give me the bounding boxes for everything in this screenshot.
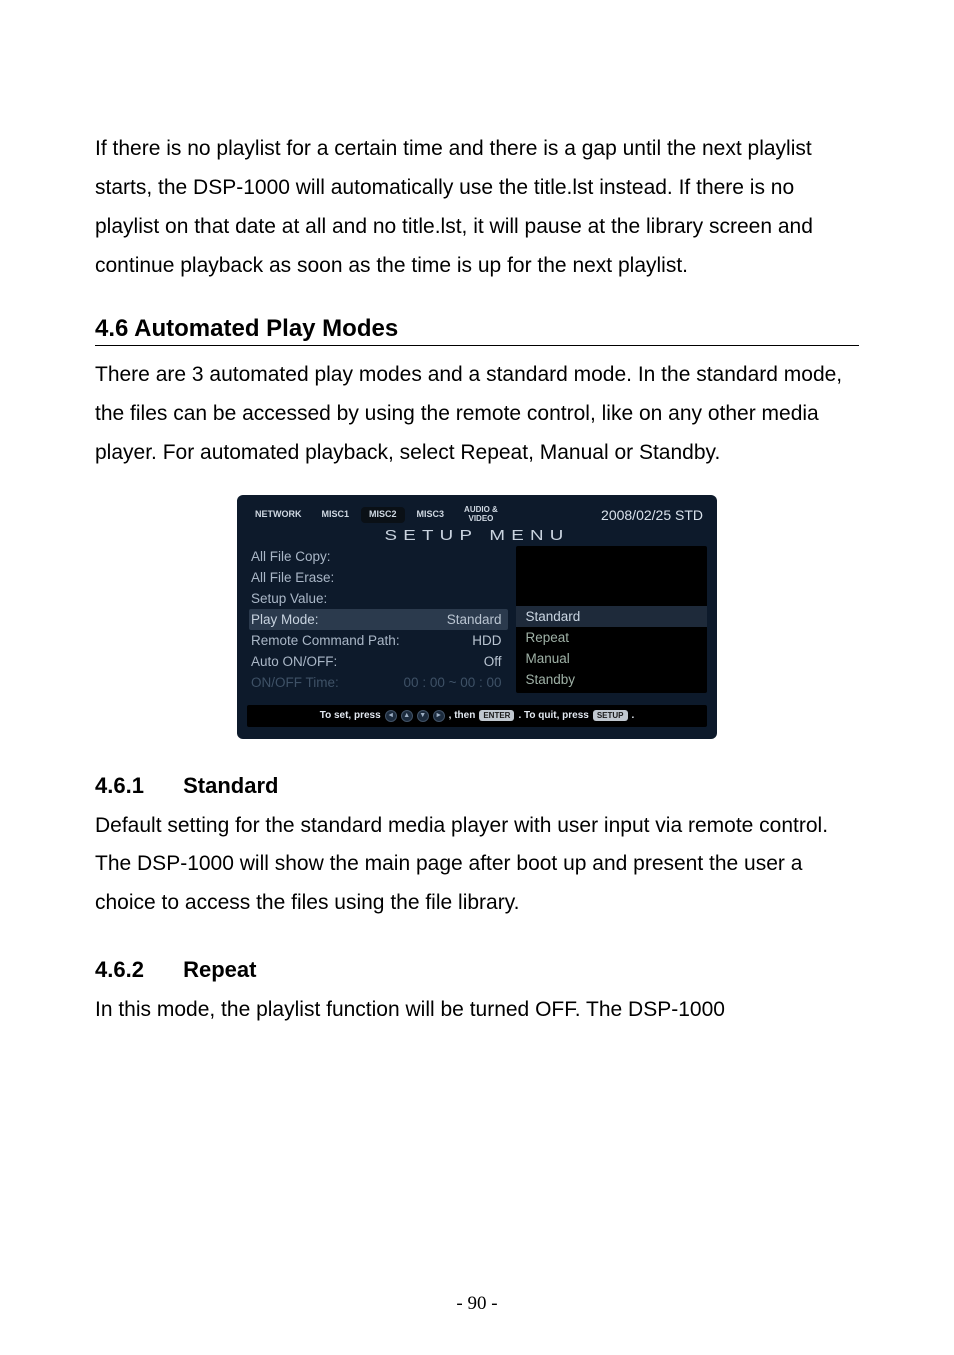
setup-menu-panel: NETWORK MISC1 MISC2 MISC3 AUDIO & VIDEO … (237, 495, 717, 739)
subsection-number: 4.6.2 (95, 957, 177, 983)
embedded-screenshot: NETWORK MISC1 MISC2 MISC3 AUDIO & VIDEO … (95, 495, 859, 739)
arrow-down-icon: ▼ (417, 710, 429, 722)
subsection-number: 4.6.1 (95, 773, 177, 799)
tab-misc3[interactable]: MISC3 (409, 507, 453, 523)
page-number: - 90 - (0, 1293, 954, 1315)
row-label: All File Copy: (251, 549, 331, 564)
subsection-title: Standard (183, 773, 278, 798)
footer-text: . (632, 710, 635, 721)
option-standby[interactable]: Standby (516, 669, 707, 690)
settings-list: All File Copy: All File Erase: Setup Val… (249, 546, 508, 693)
row-label: All File Erase: (251, 570, 334, 585)
row-label: ON/OFF Time: (251, 675, 339, 690)
footer-text: , then (449, 710, 476, 721)
tab-misc1[interactable]: MISC1 (314, 507, 358, 523)
menu-title: SETUP MENU (237, 527, 717, 544)
row-label: Setup Value: (251, 591, 327, 606)
intro-paragraph: If there is no playlist for a certain ti… (95, 130, 859, 285)
row-on-off-time: ON/OFF Time: 00 : 00 ~ 00 : 00 (249, 672, 508, 693)
row-all-file-erase[interactable]: All File Erase: (249, 567, 508, 588)
option-standard[interactable]: Standard (516, 606, 707, 627)
row-label: Auto ON/OFF: (251, 654, 337, 669)
tab-network[interactable]: NETWORK (247, 507, 310, 523)
tab-row: NETWORK MISC1 MISC2 MISC3 AUDIO & VIDEO … (237, 495, 717, 529)
subsection-paragraph: In this mode, the playlist function will… (95, 991, 859, 1030)
setup-keycap: SETUP (593, 710, 628, 721)
row-label: Play Mode: (251, 612, 319, 627)
subsection-paragraph: Default setting for the standard media p… (95, 807, 859, 924)
section-paragraph: There are 3 automated play modes and a s… (95, 356, 859, 473)
row-label: Remote Command Path: (251, 633, 400, 648)
arrow-left-icon: ◄ (385, 710, 397, 722)
arrow-right-icon: ► (433, 710, 445, 722)
row-remote-command-path[interactable]: Remote Command Path: HDD (249, 630, 508, 651)
arrow-up-icon: ▲ (401, 710, 413, 722)
option-repeat[interactable]: Repeat (516, 627, 707, 648)
subsection-heading-4-6-2: 4.6.2 Repeat (95, 957, 859, 983)
subsection-title: Repeat (183, 957, 256, 982)
footer-hint: To set, press ◄ ▲ ▼ ► , then ENTER . To … (247, 705, 707, 727)
row-auto-on-off[interactable]: Auto ON/OFF: Off (249, 651, 508, 672)
row-all-file-copy[interactable]: All File Copy: (249, 546, 508, 567)
tab-misc2[interactable]: MISC2 (361, 507, 405, 523)
enter-keycap: ENTER (479, 710, 514, 721)
section-heading-4-6: 4.6 Automated Play Modes (95, 315, 859, 346)
row-value: HDD (472, 633, 501, 648)
row-value: Off (484, 654, 502, 669)
footer-text: To set, press (320, 710, 381, 721)
row-setup-value[interactable]: Setup Value: (249, 588, 508, 609)
option-manual[interactable]: Manual (516, 648, 707, 669)
row-play-mode[interactable]: Play Mode: Standard (249, 609, 508, 630)
row-value: Standard (447, 612, 502, 627)
date-display: 2008/02/25 STD (601, 507, 707, 523)
tab-audio-video[interactable]: AUDIO & VIDEO (456, 503, 506, 527)
subsection-heading-4-6-1: 4.6.1 Standard (95, 773, 859, 799)
footer-text: . To quit, press (518, 710, 588, 721)
options-list: Standard Repeat Manual Standby (516, 546, 707, 693)
row-value: 00 : 00 ~ 00 : 00 (404, 675, 502, 690)
